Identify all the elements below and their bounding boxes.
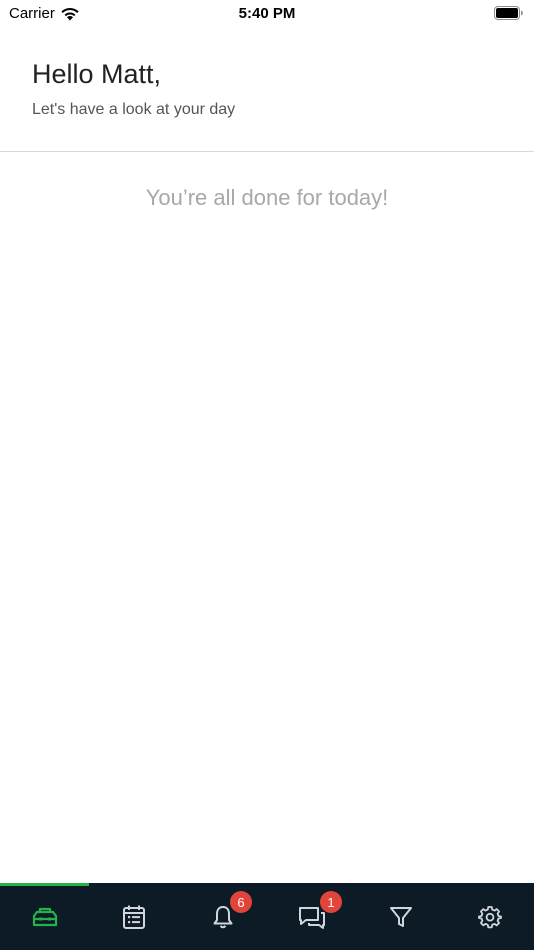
page-header: Hello Matt, Let's have a look at your da… [0, 28, 534, 152]
gear-icon [477, 905, 502, 928]
calendar-list-icon [122, 905, 145, 929]
bottom-tab-bar: 6 1 [0, 883, 534, 950]
tab-schedule[interactable] [89, 883, 178, 950]
tab-home[interactable] [0, 883, 89, 950]
toolbox-icon [32, 907, 57, 926]
battery-icon [494, 6, 523, 20]
tab-messages[interactable]: 1 [267, 883, 356, 950]
filter-icon [389, 906, 412, 927]
greeting-subtitle: Let's have a look at your day [32, 101, 236, 118]
status-bar: Carrier 5:40 PM [0, 0, 534, 28]
empty-state-message: You’re all done for today! [145, 185, 389, 210]
status-time: 5:40 PM [238, 5, 296, 22]
greeting-title: Hello Matt, [32, 59, 162, 89]
messages-badge: 1 [320, 891, 342, 913]
tab-notifications[interactable]: 6 [178, 883, 267, 950]
tab-settings[interactable] [445, 883, 534, 950]
tab-filter[interactable] [356, 883, 445, 950]
notifications-badge: 6 [230, 891, 252, 913]
